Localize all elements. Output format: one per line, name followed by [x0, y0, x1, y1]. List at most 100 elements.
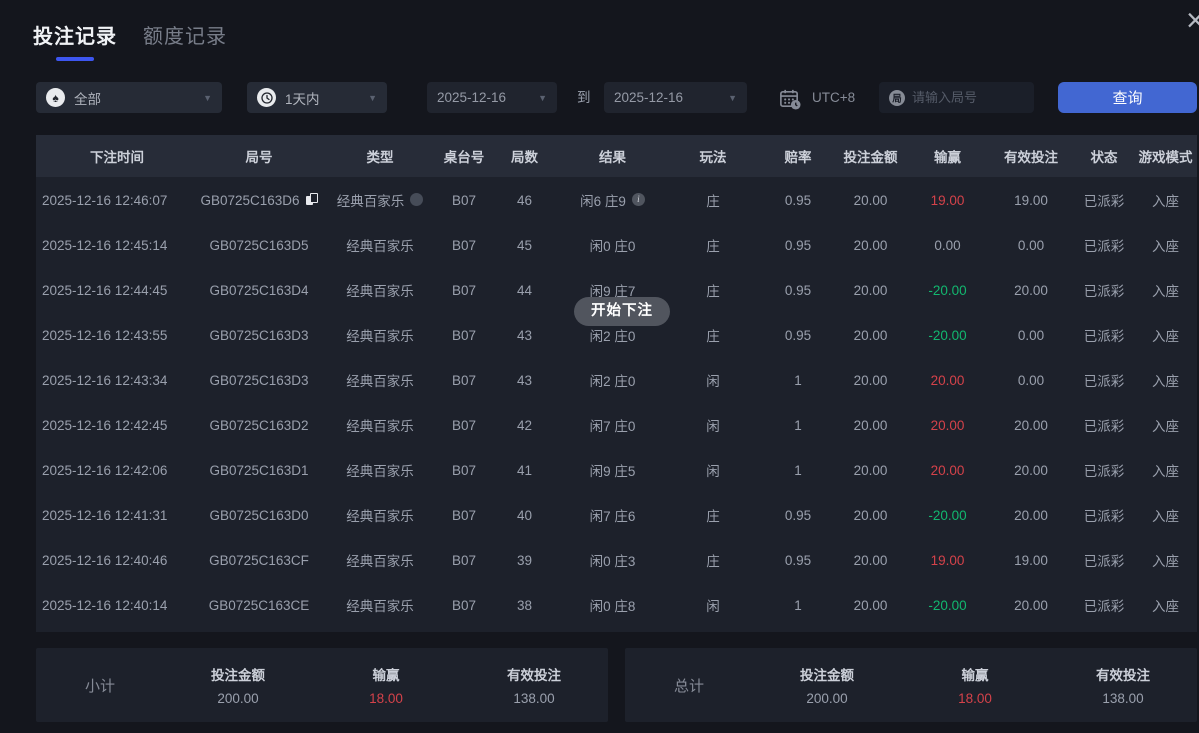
- cell-round-id: GB0725C163D2: [209, 417, 309, 433]
- table-row: 2025-12-16 12:42:45 GB0725C163D2 经典百家乐 B…: [36, 402, 1197, 447]
- calendar-clock-icon: [778, 87, 801, 115]
- cell-status: 已派彩: [1083, 463, 1125, 479]
- cell-bet-time: 2025-12-16 12:41:31: [42, 507, 168, 523]
- cell-valid-bet: 20.00: [1014, 597, 1048, 613]
- subtotal-bet-value: 200.00: [217, 691, 259, 706]
- cell-game-type: 经典百家乐: [346, 328, 414, 344]
- cell-win-loss: 19.00: [930, 192, 965, 208]
- round-search-field[interactable]: 局: [879, 82, 1034, 113]
- cell-win-loss: 20.00: [930, 417, 965, 433]
- header-table-no: 桌台号: [443, 150, 485, 165]
- filter-bar: ♠ 全部 ▼ 1天内 ▼ 2025-12-16 ▼ 到 2025-12-16 ▼…: [0, 82, 1199, 113]
- cell-game-mode: 入座: [1152, 463, 1179, 479]
- cell-odds: 0.95: [784, 282, 812, 298]
- cell-round-no: 45: [516, 237, 533, 253]
- cell-bet-time: 2025-12-16 12:40:14: [42, 597, 168, 613]
- cell-game-mode: 入座: [1152, 193, 1179, 209]
- cell-round-id: GB0725C163D4: [209, 282, 309, 298]
- subtotal-valid-bet: 有效投注 138.00: [460, 664, 608, 706]
- table-row: 2025-12-16 12:45:14 GB0725C163D5 经典百家乐 B…: [36, 222, 1197, 267]
- tab-quota-records[interactable]: 额度记录: [143, 20, 227, 49]
- cell-round-id: GB0725C163D3: [209, 327, 309, 343]
- tab-bar: 投注记录 额度记录: [33, 20, 227, 61]
- subtotal-bet-label: 投注金额: [211, 668, 265, 683]
- date-from-select[interactable]: 2025-12-16 ▼: [427, 82, 557, 113]
- cell-play: 闲: [706, 463, 720, 479]
- cell-table-no: B07: [451, 372, 477, 388]
- total-valid-value: 138.00: [1102, 691, 1144, 706]
- query-button[interactable]: 查询: [1058, 82, 1197, 113]
- cell-game-mode: 入座: [1152, 553, 1179, 569]
- cell-game-type: 经典百家乐: [346, 463, 414, 479]
- header-game-type: 类型: [366, 150, 394, 165]
- total-title: 总计: [673, 677, 704, 695]
- date-to-select[interactable]: 2025-12-16 ▼: [604, 82, 747, 113]
- total-winloss-label: 输赢: [961, 668, 989, 683]
- cell-valid-bet: 19.00: [1014, 552, 1048, 568]
- cell-table-no: B07: [451, 552, 477, 568]
- cell-table-no: B07: [451, 462, 477, 478]
- cell-game-mode: 入座: [1152, 373, 1179, 389]
- cell-round-no: 39: [516, 552, 533, 568]
- cell-play: 闲: [706, 373, 720, 389]
- cell-result: 闲0 庄8: [589, 598, 636, 614]
- cell-odds: 0.95: [784, 237, 812, 253]
- close-icon[interactable]: ×: [1186, 4, 1199, 36]
- tab-bet-records[interactable]: 投注记录: [33, 20, 117, 61]
- cell-win-loss: 0.00: [934, 237, 961, 253]
- header-bet-amount: 投注金额: [843, 150, 898, 165]
- chevron-down-icon: ▼: [728, 92, 737, 103]
- cell-valid-bet: 0.00: [1017, 372, 1045, 388]
- cell-bet-time: 2025-12-16 12:43:34: [42, 372, 168, 388]
- chevron-down-icon: ▼: [538, 92, 547, 103]
- cell-game-mode: 入座: [1152, 418, 1179, 434]
- cell-status: 已派彩: [1083, 553, 1125, 569]
- total-valid-label: 有效投注: [1096, 668, 1150, 683]
- cell-odds: 0.95: [784, 327, 812, 343]
- cell-win-loss: -20.00: [928, 327, 967, 343]
- cell-game-type: 经典百家乐: [346, 418, 414, 434]
- header-play: 玩法: [699, 150, 727, 165]
- round-search-input[interactable]: [912, 90, 1024, 105]
- cell-win-loss: -20.00: [928, 507, 967, 523]
- subtotal-valid-label: 有效投注: [507, 668, 561, 683]
- cell-bet-amount: 20.00: [853, 282, 888, 298]
- cell-round-id: GB0725C163D1: [209, 462, 309, 478]
- cell-table-no: B07: [451, 417, 477, 433]
- cell-bet-amount: 20.00: [853, 507, 888, 523]
- cell-table-no: B07: [451, 192, 477, 208]
- game-type-value: 全部: [74, 91, 101, 107]
- cell-status: 已派彩: [1083, 598, 1125, 614]
- cell-game-type: 经典百家乐: [320, 190, 440, 210]
- cell-status: 已派彩: [1083, 328, 1125, 344]
- cell-odds: 1: [794, 417, 802, 433]
- cell-bet-time: 2025-12-16 12:42:45: [42, 417, 168, 433]
- table-row: 2025-12-16 12:40:14 GB0725C163CE 经典百家乐 B…: [36, 582, 1197, 627]
- cell-play: 庄: [706, 283, 720, 299]
- cell-valid-bet: 0.00: [1017, 237, 1045, 253]
- header-game-mode: 游戏模式: [1138, 150, 1193, 165]
- cell-round-id: GB0725C163CE: [208, 597, 310, 613]
- cell-bet-time: 2025-12-16 12:46:07: [42, 192, 168, 208]
- info-icon[interactable]: i: [631, 193, 645, 206]
- cell-status: 已派彩: [1083, 193, 1125, 209]
- header-round-no: 局数: [511, 150, 538, 165]
- header-round-id: 局号: [245, 150, 273, 165]
- cell-bet-amount: 20.00: [853, 372, 888, 388]
- total-bet-label: 投注金额: [800, 668, 854, 683]
- time-range-select[interactable]: 1天内 ▼: [247, 82, 387, 113]
- cell-game-mode: 入座: [1152, 283, 1179, 299]
- total-bet-value: 200.00: [806, 691, 848, 706]
- chevron-down-icon: ▼: [368, 92, 377, 103]
- cell-play: 闲: [706, 598, 720, 614]
- cell-result: 闲0 庄3: [589, 553, 636, 569]
- game-type-select[interactable]: ♠ 全部 ▼: [36, 82, 222, 113]
- cell-round-no: 41: [516, 462, 533, 478]
- cell-play: 庄: [706, 238, 720, 254]
- subtotal-valid-value: 138.00: [513, 691, 555, 706]
- cell-status: 已派彩: [1083, 418, 1125, 434]
- cell-bet-amount: 20.00: [853, 237, 888, 253]
- cell-status: 已派彩: [1083, 283, 1125, 299]
- cell-round-no: 43: [516, 327, 533, 343]
- copy-icon[interactable]: [305, 193, 318, 206]
